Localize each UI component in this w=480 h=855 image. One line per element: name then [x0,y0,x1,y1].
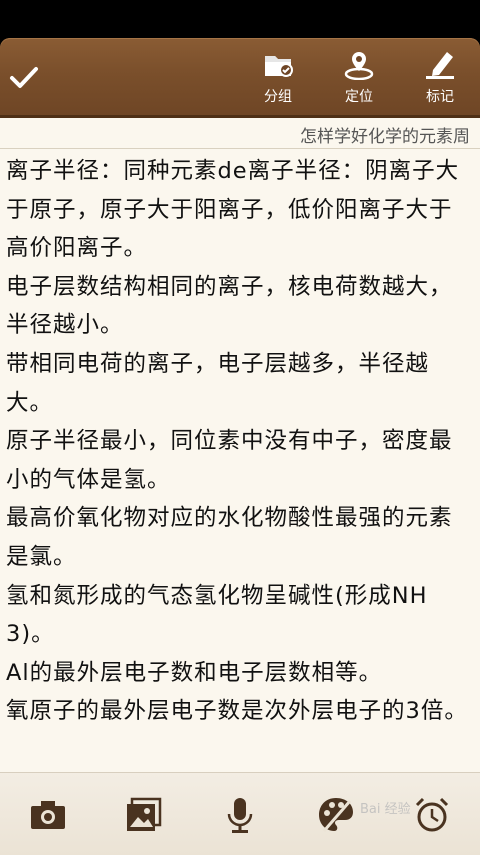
folder-check-icon [265,56,293,77]
mark-button[interactable]: 标记 [410,48,470,112]
status-bar [0,0,480,38]
location-pin-icon [344,52,374,80]
save-checkmark-button[interactable] [0,38,48,118]
locate-button-label: 定位 [345,89,373,105]
note-paper: 怎样学好化学的元素周 离子半径：同种元素de离子半径：阴离子大于原子，原子大于阳… [0,118,480,772]
watermark-logo: Bai 经验 [360,802,411,817]
note-title: 怎样学好化学的元素周 [300,127,470,147]
mark-button-label: 标记 [426,89,454,105]
status-clock [208,10,268,26]
voice-record-button[interactable] [216,791,264,839]
locate-button[interactable]: 定位 [329,48,389,112]
pen-mark-icon [426,52,454,79]
alarm-clock-icon [415,797,449,832]
group-button-label: 分组 [264,89,292,105]
group-button[interactable]: 分组 [248,48,308,112]
image-icon [127,797,162,831]
note-body-text[interactable]: 离子半径：同种元素de离子半径：阴离子大于原子，原子大于阳离子，低价阳离子大于高… [6,152,472,731]
microphone-icon [227,798,253,833]
alarm-reminder-button[interactable] [408,791,456,839]
doodle-button[interactable] [312,791,360,839]
paint-palette-icon [319,798,353,832]
title-divider [0,148,480,149]
checkmark-icon [10,67,38,88]
gallery-button[interactable] [120,791,168,839]
camera-button[interactable] [24,791,72,839]
top-toolbar: 分组 定位 标记 [0,38,480,118]
camera-icon [31,801,65,829]
